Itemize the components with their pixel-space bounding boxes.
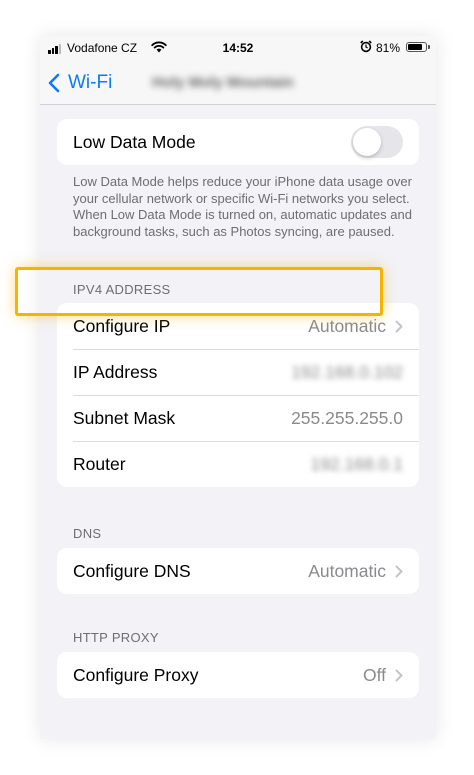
dns-section-header: DNS (73, 526, 102, 541)
phone-screen: Vodafone CZ 14:52 81% Wi-Fi Holy Moly Mo… (40, 36, 436, 739)
proxy-section-header: HTTP PROXY (73, 630, 159, 645)
configure-ip-row[interactable]: Configure IP Automatic (57, 303, 419, 349)
ip-address-value: 192.168.0.102 (291, 361, 403, 382)
back-button[interactable]: Wi-Fi (48, 68, 112, 98)
configure-ip-value: Automatic (308, 315, 386, 336)
chevron-left-icon (48, 73, 60, 93)
configure-proxy-label: Configure Proxy (73, 664, 199, 685)
router-label: Router (73, 453, 126, 474)
status-bar: Vodafone CZ 14:52 81% (40, 36, 436, 62)
battery-tip (428, 45, 430, 49)
battery-level-fill (408, 44, 422, 50)
ipv4-group: Configure IP Automatic IP Address 192.16… (57, 303, 419, 487)
low-data-footnote: Low Data Mode helps reduce your iPhone d… (73, 174, 412, 239)
configure-dns-value: Automatic (308, 560, 386, 581)
battery-percent: 81% (376, 41, 401, 55)
chevron-right-icon (395, 565, 403, 577)
battery-icon (406, 42, 427, 52)
configure-dns-label: Configure DNS (73, 560, 191, 581)
chevron-right-icon (395, 669, 403, 681)
alarm-icon (360, 40, 372, 53)
low-data-toggle[interactable] (351, 126, 403, 158)
back-label: Wi-Fi (68, 72, 113, 93)
configure-dns-row[interactable]: Configure DNS Automatic (57, 548, 419, 594)
subnet-mask-value: 255.255.255.0 (291, 407, 403, 428)
subnet-mask-label: Subnet Mask (73, 407, 176, 428)
proxy-group: Configure Proxy Off (57, 652, 419, 698)
router-row: Router 192.168.0.1 (57, 441, 419, 487)
ip-address-label: IP Address (73, 361, 158, 382)
router-value: 192.168.0.1 (310, 453, 403, 474)
low-data-label: Low Data Mode (73, 131, 196, 152)
dns-group: Configure DNS Automatic (57, 548, 419, 594)
toggle-knob (353, 128, 381, 156)
configure-proxy-value: Off (362, 664, 386, 685)
configure-proxy-row[interactable]: Configure Proxy Off (57, 652, 419, 698)
chevron-right-icon (395, 320, 403, 332)
low-data-group: Low Data Mode (57, 119, 419, 165)
subnet-mask-row: Subnet Mask 255.255.255.0 (57, 395, 419, 441)
ip-address-row: IP Address 192.168.0.102 (57, 349, 419, 395)
ipv4-section-header: IPV4 ADDRESS (73, 282, 171, 297)
configure-ip-label: Configure IP (73, 315, 171, 336)
navigation-bar: Wi-Fi Holy Moly Mountain (40, 62, 436, 105)
page-title: Holy Moly Mountain (152, 74, 294, 91)
low-data-row: Low Data Mode (57, 119, 419, 165)
